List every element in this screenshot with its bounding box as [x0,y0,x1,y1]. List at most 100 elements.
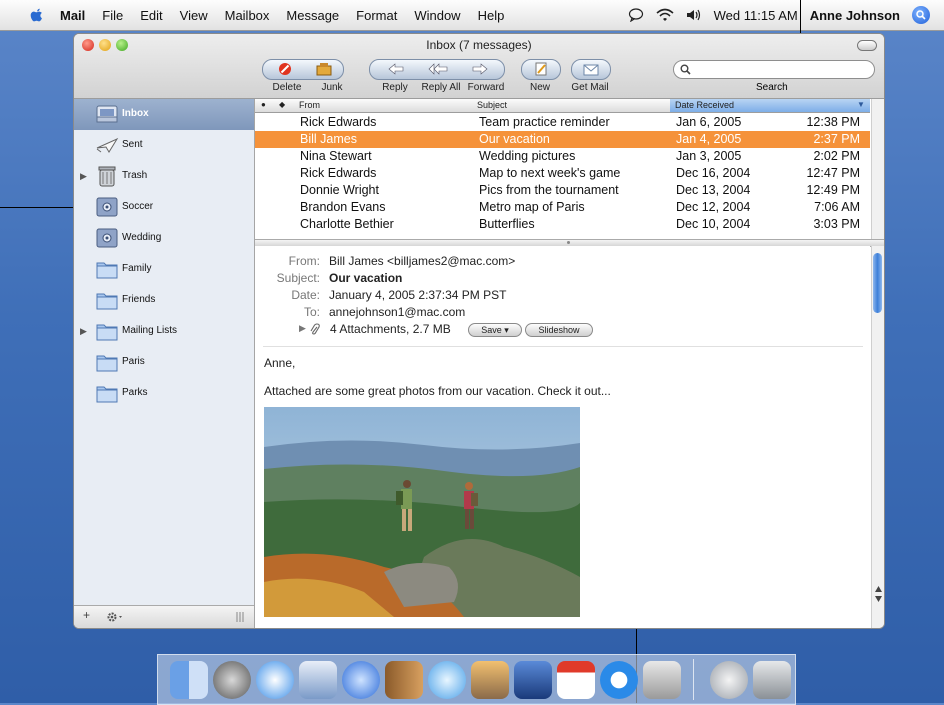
disclosure-triangle-icon[interactable]: ▶ [80,171,87,182]
mailbox-friends[interactable]: Friends [74,285,254,316]
ical-icon[interactable] [557,661,595,699]
mailbox-soccer[interactable]: Soccer [74,192,254,223]
folder-icon [96,355,118,372]
address-book-icon[interactable] [385,661,423,699]
trash-dock-icon[interactable] [753,661,791,699]
message-date: Dec 16, 2004 [676,166,751,180]
mailbox-paris[interactable]: Paris [74,347,254,378]
mailbox-sent[interactable]: Sent [74,130,254,161]
forward-button[interactable]: Forward [465,82,507,93]
to-value[interactable]: annejohnson1@mac.com [329,305,465,319]
flag-column-icon[interactable]: ◆ [279,100,285,109]
new-button-shape[interactable] [521,59,561,80]
message-row[interactable]: Rick Edwards Team practice reminder Jan … [255,114,870,131]
inbox-icon [96,105,118,123]
gear-icon[interactable] [106,611,124,623]
menu-mailbox[interactable]: Mailbox [225,8,270,23]
message-subject: Team practice reminder [479,115,610,129]
search-icon [680,64,691,75]
forward-icon[interactable] [472,63,488,75]
airport-icon[interactable] [656,8,674,22]
new-button[interactable]: New [523,82,557,93]
menu-edit[interactable]: Edit [140,8,162,23]
scroll-thumb[interactable] [873,253,882,313]
ichat-status-icon[interactable] [628,8,644,22]
mailbox-sidebar: Inbox Sent ▶ Trash Soccer Wedding Family… [74,99,255,628]
menu-clock[interactable]: Wed 11:15 AM [714,8,798,23]
reply-button[interactable]: Reply [378,82,412,93]
junk-button[interactable]: Junk [317,82,347,93]
imovie-icon[interactable] [514,661,552,699]
message-list-scrollbar[interactable] [871,99,884,239]
slideshow-button[interactable]: Slideshow [525,323,593,337]
safari-icon[interactable] [256,661,294,699]
from-label: From: [288,254,320,268]
menu-help[interactable]: Help [478,8,505,23]
message-row[interactable]: Charlotte Bethier Butterflies Dec 10, 20… [255,216,870,233]
get-mail-button-shape[interactable] [571,59,611,80]
from-column-header[interactable]: From [299,100,320,110]
mailbox-parks[interactable]: Parks [74,378,254,409]
attachments-row: ▶ 4 Attachments, 2.7 MB Save ▾ Slideshow [255,322,855,338]
menu-view[interactable]: View [180,8,208,23]
reply-all-button[interactable]: Reply All [417,82,465,93]
mail-icon[interactable] [299,661,337,699]
sort-descending-icon[interactable]: ▼ [857,100,865,109]
mail-window: Inbox (7 messages) Delete Junk Reply Rep… [73,33,885,629]
menu-app[interactable]: Mail [60,8,85,23]
volume-icon[interactable] [686,8,702,22]
reply-all-icon[interactable] [428,63,448,75]
menu-file[interactable]: File [102,8,123,23]
date-label: Date: [291,288,320,302]
spotlight-icon[interactable] [912,6,930,24]
date-column-header[interactable]: Date Received [675,100,734,110]
vacation-photo-image [264,407,580,617]
delete-button[interactable]: Delete [270,82,304,93]
itunes-icon[interactable] [428,661,466,699]
junk-icon[interactable] [316,62,332,76]
reply-icon[interactable] [388,63,404,75]
menu-format[interactable]: Format [356,8,397,23]
dashboard-icon[interactable] [213,661,251,699]
search-field[interactable] [673,60,875,79]
save-attachments-button[interactable]: Save ▾ [468,323,522,337]
subject-value: Our vacation [329,271,403,285]
sent-icon [96,137,119,153]
delete-icon[interactable] [278,62,292,76]
iphoto-icon[interactable] [471,661,509,699]
read-status-column-icon[interactable]: ● [261,100,266,109]
mailbox-trash[interactable]: ▶ Trash [74,161,254,192]
message-row-selected[interactable]: Bill James Our vacation Jan 4, 2005 2:37… [255,131,870,148]
window-title: Inbox (7 messages) [426,38,532,52]
quicktime-icon[interactable] [600,661,638,699]
add-mailbox-button[interactable]: + [83,608,90,622]
mailbox-mailing-lists[interactable]: ▶ Mailing Lists [74,316,254,347]
message-date: Dec 10, 2004 [676,217,751,231]
from-value[interactable]: Bill James <billjames2@mac.com> [329,254,515,268]
mailbox-wedding[interactable]: Wedding [74,223,254,254]
menu-message[interactable]: Message [286,8,339,23]
toolbar-toggle-button[interactable] [857,40,877,51]
save-label: Save [481,325,502,335]
mail-drop-icon[interactable] [710,661,748,699]
mailbox-inbox[interactable]: Inbox [74,99,254,130]
message-row[interactable]: Donnie Wright Pics from the tournament D… [255,182,870,199]
message-row[interactable]: Nina Stewart Wedding pictures Jan 3, 200… [255,148,870,165]
attached-vacation-photo[interactable] [264,407,580,617]
menu-user[interactable]: Anne Johnson [810,8,900,23]
message-row[interactable]: Brandon Evans Metro map of Paris Dec 12,… [255,199,870,216]
apple-menu-icon[interactable] [28,6,46,24]
message-row[interactable]: Rick Edwards Map to next week's game Dec… [255,165,870,182]
subject-column-header[interactable]: Subject [477,100,507,110]
system-preferences-icon[interactable] [643,661,681,699]
finder-icon[interactable] [170,661,208,699]
get-mail-button[interactable]: Get Mail [564,82,616,93]
disclosure-triangle-icon[interactable]: ▶ [80,326,87,337]
mailbox-family[interactable]: Family [74,254,254,285]
ichat-icon[interactable] [342,661,380,699]
resize-handle-icon[interactable] [236,612,244,622]
disclosure-triangle-icon[interactable]: ▶ [299,323,306,334]
scroll-arrows-icon[interactable] [874,584,883,604]
message-time: 3:03 PM [813,217,860,231]
menu-window[interactable]: Window [414,8,460,23]
